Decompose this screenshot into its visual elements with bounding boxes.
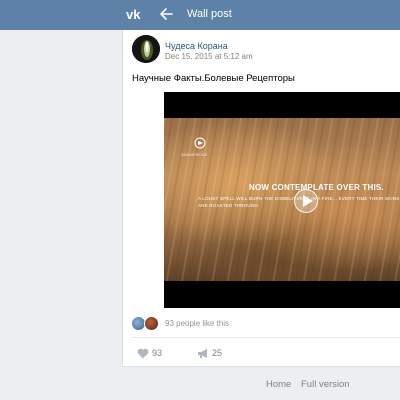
footer-full-version-link[interactable]: Full version — [301, 379, 350, 390]
share-count: 25 — [212, 348, 223, 358]
play-button[interactable] — [294, 189, 318, 213]
video-headline: NOW CONTEMPLATE OVER THIS. — [249, 183, 384, 192]
author-avatar[interactable] — [132, 35, 160, 63]
likes-summary[interactable]: 93 people like this — [165, 319, 229, 328]
liker-avatar — [144, 316, 159, 331]
arrow-left-icon[interactable] — [159, 7, 173, 21]
heart-icon — [137, 348, 149, 359]
likers-avatars[interactable] — [131, 316, 161, 331]
megaphone-icon — [198, 349, 207, 358]
divider — [131, 337, 400, 338]
svg-text:vk: vk — [126, 7, 141, 21]
play-icon — [303, 195, 313, 207]
like-count: 93 — [152, 348, 163, 358]
page-title: Wall post — [187, 8, 232, 20]
post-author[interactable]: Чудеса Корана — [165, 41, 228, 51]
post-date[interactable]: Dec 15, 2015 at 5:12 am — [165, 52, 253, 61]
post-text: Научные Факты.Болевые Рецепторы — [132, 73, 295, 84]
channel-name: SHANFROZE — [181, 152, 208, 157]
top-bar: vk Wall post — [0, 0, 400, 30]
vk-logo-icon[interactable]: vk — [126, 7, 146, 21]
video-player[interactable]: SHANFROZE NOW CONTEMPLATE OVER THIS. A L… — [164, 92, 400, 308]
footer-home-link[interactable]: Home — [266, 379, 291, 390]
